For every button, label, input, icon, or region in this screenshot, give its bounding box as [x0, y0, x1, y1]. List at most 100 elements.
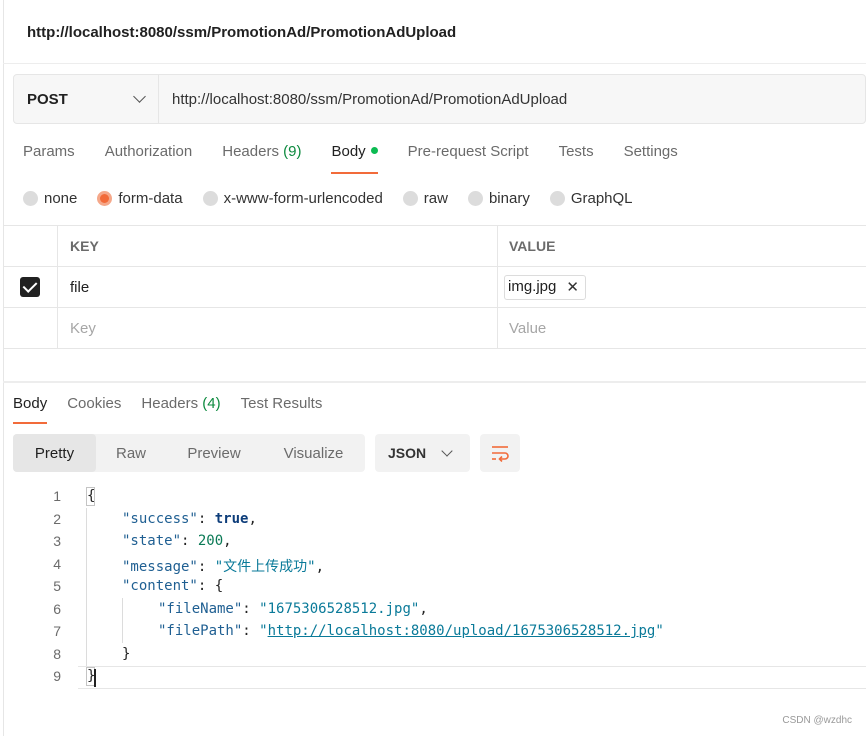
table-spacer — [3, 349, 866, 382]
tab-label: Tests — [558, 143, 594, 160]
tab-settings[interactable]: Settings — [624, 143, 678, 174]
line-number: 6 — [53, 601, 61, 617]
json-key: "fileName" — [158, 601, 243, 617]
response-tabs: Body Cookies Headers (4) Test Results — [13, 395, 342, 424]
line-number: 9 — [53, 668, 61, 684]
method-label: POST — [27, 90, 68, 108]
tab-count: (4) — [202, 395, 221, 412]
code-line: "state": 200, — [122, 533, 232, 549]
form-data-table: KEY VALUE file img.jpg ✕ Key Value — [3, 225, 866, 382]
radio-graphql[interactable]: GraphQL — [549, 190, 633, 207]
tab-pre-request-script[interactable]: Pre-request Script — [408, 143, 529, 174]
tab-response-body[interactable]: Body — [13, 395, 48, 424]
json-number: 200 — [197, 533, 224, 549]
table-header: KEY VALUE — [3, 226, 866, 267]
value-input[interactable]: Value — [498, 308, 866, 348]
chevron-down-icon — [133, 90, 146, 103]
view-raw[interactable]: Raw — [96, 434, 166, 472]
code-line: "filePath": "http://localhost:8080/uploa… — [158, 623, 664, 639]
json-punct: } — [122, 646, 131, 662]
tab-label: Params — [23, 143, 75, 160]
radio-label: form-data — [118, 190, 183, 207]
tab-label: Test Results — [240, 395, 323, 412]
tab-body[interactable]: Body — [331, 143, 378, 174]
method-select[interactable]: POST — [14, 75, 159, 123]
json-key: "success" — [122, 511, 198, 527]
row-check-cell — [3, 267, 58, 307]
json-string: "http://localhost:8080/upload/1675306528… — [259, 623, 664, 639]
json-key: "message" — [122, 559, 198, 575]
indent-guide — [122, 598, 123, 643]
wrap-lines-icon — [492, 446, 509, 462]
radio-binary[interactable]: binary — [467, 190, 530, 207]
radio-x-www-form-urlencoded[interactable]: x-www-form-urlencoded — [202, 190, 383, 207]
line-number: 8 — [53, 646, 61, 662]
divider — [3, 63, 866, 64]
close-icon[interactable]: ✕ — [566, 278, 579, 296]
value-cell: img.jpg ✕ — [498, 267, 866, 307]
tab-response-headers[interactable]: Headers (4) — [141, 395, 220, 424]
radio-raw[interactable]: raw — [402, 190, 448, 207]
radio-none[interactable]: none — [23, 190, 77, 207]
response-code-viewer[interactable]: 1 2 3 4 5 6 7 8 9 { "success": true, "st… — [3, 485, 866, 689]
tab-tests[interactable]: Tests — [559, 143, 594, 174]
json-punct: } — [87, 668, 96, 684]
tab-count: (9) — [283, 143, 302, 160]
code-line: } — [87, 668, 95, 684]
json-key: "content" — [122, 578, 198, 594]
key-field[interactable]: file — [58, 267, 498, 307]
radio-form-data[interactable]: form-data — [97, 190, 183, 207]
indent-guide — [86, 508, 87, 666]
tab-authorization[interactable]: Authorization — [105, 143, 193, 174]
response-divider[interactable] — [3, 381, 866, 383]
header-key: KEY — [58, 226, 498, 266]
json-string: "文件上传成功" — [214, 559, 316, 575]
line-number: 7 — [53, 623, 61, 639]
line-number: 1 — [53, 488, 61, 504]
radio-icon — [467, 191, 483, 206]
table-row-empty: Key Value — [3, 308, 866, 349]
wrap-lines-button[interactable] — [480, 434, 520, 472]
code-line: "message": "文件上传成功", — [122, 559, 325, 575]
radio-icon — [402, 191, 418, 206]
radio-label: binary — [488, 190, 530, 207]
file-path-link[interactable]: http://localhost:8080/upload/16753065285… — [268, 623, 656, 639]
checkbox-checked-icon[interactable] — [20, 277, 40, 297]
request-tabs: Params Authorization Headers (9) Body Pr… — [23, 143, 708, 174]
tab-headers[interactable]: Headers (9) — [222, 143, 301, 174]
line-number: 3 — [53, 533, 61, 549]
tab-test-results[interactable]: Test Results — [241, 395, 323, 424]
tab-label: Pre-request Script — [407, 143, 529, 160]
chevron-down-icon — [441, 444, 453, 457]
line-number: 5 — [53, 578, 61, 594]
body-type-radios: none form-data x-www-form-urlencoded raw… — [23, 190, 653, 207]
tab-label: Body — [13, 395, 48, 412]
radio-label: none — [44, 190, 78, 207]
body-indicator-dot — [370, 147, 378, 154]
tab-label: Headers — [141, 395, 199, 412]
url-input[interactable]: http://localhost:8080/ssm/PromotionAd/Pr… — [159, 75, 865, 123]
header-value: VALUE — [509, 238, 556, 254]
code-line: "fileName": "1675306528512.jpg", — [158, 601, 428, 617]
tab-label: Authorization — [104, 143, 193, 160]
tab-cookies[interactable]: Cookies — [67, 395, 121, 424]
code-line: } — [122, 646, 130, 662]
code-line: "content": { — [122, 578, 224, 594]
json-punct: { — [87, 488, 96, 504]
file-name: img.jpg — [508, 278, 557, 295]
radio-label: raw — [423, 190, 448, 207]
key-input[interactable]: Key — [58, 308, 498, 348]
code-line: { — [87, 488, 95, 504]
format-select[interactable]: JSON — [375, 434, 470, 472]
header-check-cell — [3, 226, 58, 266]
radio-label: x-www-form-urlencoded — [223, 190, 383, 207]
view-preview[interactable]: Preview — [166, 434, 262, 472]
line-number: 2 — [53, 511, 61, 527]
view-visualize[interactable]: Visualize — [262, 434, 365, 472]
json-key: "filePath" — [158, 623, 243, 639]
view-pretty[interactable]: Pretty — [13, 434, 96, 472]
json-key: "state" — [122, 533, 182, 549]
request-bar: POST http://localhost:8080/ssm/Promotion… — [13, 74, 866, 124]
tab-params[interactable]: Params — [23, 143, 75, 174]
radio-icon — [202, 191, 218, 206]
